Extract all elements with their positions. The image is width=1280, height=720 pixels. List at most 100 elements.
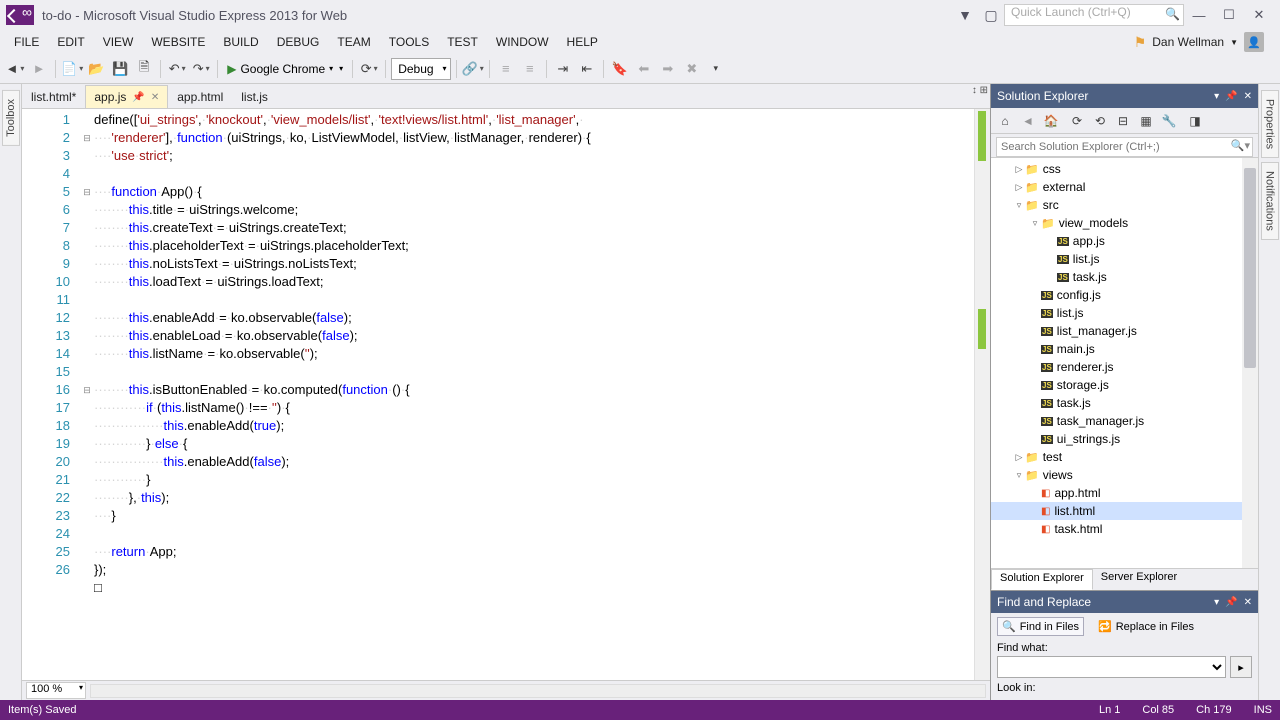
code-content[interactable]: define(['ui_strings',·'knockout',·'view_…: [94, 109, 990, 680]
redo-button[interactable]: ↷: [190, 58, 212, 80]
notifications-icon[interactable]: ▢: [978, 2, 1004, 28]
zoom-combo[interactable]: 100 %: [26, 682, 86, 699]
find-expr-button[interactable]: ▸: [1230, 656, 1252, 678]
tree-item[interactable]: ◧app.html: [991, 484, 1258, 502]
tree-item[interactable]: JSmain.js: [991, 340, 1258, 358]
panel-pin-icon[interactable]: 📌: [1225, 91, 1237, 102]
se-preview-button[interactable]: ◨: [1185, 111, 1205, 131]
comment-button[interactable]: ≡: [495, 58, 517, 80]
new-project-button[interactable]: 📄: [61, 58, 83, 80]
avatar[interactable]: 👤: [1244, 32, 1264, 52]
feedback-icon[interactable]: ▼: [952, 2, 978, 28]
tree-item[interactable]: ▷📁css: [991, 160, 1258, 178]
config-combo[interactable]: Debug: [391, 58, 450, 80]
tree-item[interactable]: JSrenderer.js: [991, 358, 1258, 376]
menu-team[interactable]: TEAM: [329, 33, 378, 51]
solution-tree[interactable]: ▷📁css▷📁external▿📁src▿📁view_modelsJSapp.j…: [991, 158, 1258, 568]
undo-button[interactable]: ↶: [166, 58, 188, 80]
tab-server-explorer[interactable]: Server Explorer: [1093, 569, 1185, 590]
refresh-button[interactable]: ⟳: [358, 58, 380, 80]
panel-pin-icon[interactable]: 📌: [1225, 597, 1237, 608]
close-button[interactable]: ✕: [1244, 4, 1274, 26]
tree-item[interactable]: JStask.js: [991, 394, 1258, 412]
save-button[interactable]: 💾: [109, 58, 131, 80]
properties-tab[interactable]: Properties: [1261, 90, 1279, 158]
menu-build[interactable]: BUILD: [215, 33, 266, 51]
panel-menu-icon[interactable]: ▾: [1214, 597, 1219, 608]
find-what-input[interactable]: [997, 656, 1226, 678]
close-tab-icon[interactable]: ✕: [151, 92, 159, 103]
replace-in-files-mode[interactable]: 🔁 Replace in Files: [1094, 617, 1198, 636]
find-in-files-mode[interactable]: 🔍 Find in Files: [997, 617, 1084, 636]
menu-tools[interactable]: TOOLS: [381, 33, 437, 51]
tree-item[interactable]: ◧list.html: [991, 502, 1258, 520]
se-show-all-button[interactable]: ▦: [1136, 111, 1156, 131]
tree-item[interactable]: JSlist.js: [991, 250, 1258, 268]
se-back-button[interactable]: ◄: [1018, 111, 1038, 131]
tree-item[interactable]: ◧task.html: [991, 520, 1258, 538]
tree-item[interactable]: ▷📁test: [991, 448, 1258, 466]
menu-debug[interactable]: DEBUG: [269, 33, 328, 51]
nav-back-button[interactable]: ◄: [4, 58, 26, 80]
tree-item[interactable]: JSui_strings.js: [991, 430, 1258, 448]
next-bookmark-button[interactable]: ➡: [657, 58, 679, 80]
maximize-button[interactable]: ☐: [1214, 4, 1244, 26]
indent-button[interactable]: ⇥: [552, 58, 574, 80]
tree-item[interactable]: JSlist.js: [991, 304, 1258, 322]
tree-item[interactable]: JSlist_manager.js: [991, 322, 1258, 340]
se-home-button[interactable]: ⌂: [995, 111, 1015, 131]
panel-close-icon[interactable]: ✕: [1244, 597, 1252, 608]
open-file-button[interactable]: 📂: [85, 58, 107, 80]
code-editor[interactable]: 1234567891011121314151617181920212223242…: [22, 109, 990, 680]
se-refresh-button[interactable]: ⟲: [1090, 111, 1110, 131]
scrollbar-horizontal[interactable]: [90, 684, 986, 698]
se-sync-button[interactable]: ⟳: [1067, 111, 1087, 131]
run-browser-selector[interactable]: ▶ Google Chrome ▾ ▾: [223, 62, 347, 76]
se-collapse-button[interactable]: 🏠: [1041, 111, 1061, 131]
tab-app-html[interactable]: app.html: [168, 85, 232, 108]
split-editor-icon[interactable]: ↕ ⊞: [972, 85, 988, 96]
tab-app-js[interactable]: app.js📌✕: [85, 85, 168, 108]
menu-website[interactable]: WEBSITE: [143, 33, 213, 51]
menu-test[interactable]: TEST: [439, 33, 486, 51]
pin-icon[interactable]: 📌: [132, 92, 144, 103]
clear-bookmarks-button[interactable]: ✖: [681, 58, 703, 80]
quick-launch-input[interactable]: Quick Launch (Ctrl+Q) 🔍: [1004, 4, 1184, 26]
save-all-button[interactable]: 🗎: [133, 58, 155, 80]
tree-item[interactable]: JSstorage.js: [991, 376, 1258, 394]
prev-bookmark-button[interactable]: ⬅: [633, 58, 655, 80]
nav-forward-button[interactable]: ►: [28, 58, 50, 80]
tree-item[interactable]: ▿📁view_models: [991, 214, 1258, 232]
se-collapse-all-button[interactable]: ⊟: [1113, 111, 1133, 131]
menu-view[interactable]: VIEW: [95, 33, 142, 51]
browser-link-button[interactable]: 🔗: [462, 58, 484, 80]
tree-item[interactable]: ▿📁views: [991, 466, 1258, 484]
toolbar-overflow-button[interactable]: ▾: [705, 58, 727, 80]
tab-list-js[interactable]: list.js: [232, 85, 277, 108]
tab-solution-explorer[interactable]: Solution Explorer: [991, 569, 1093, 590]
panel-close-icon[interactable]: ✕: [1244, 91, 1252, 102]
menu-help[interactable]: HELP: [559, 33, 606, 51]
notifications-tab[interactable]: Notifications: [1261, 162, 1279, 240]
fold-column[interactable]: ⊟⊟⊟: [80, 109, 94, 680]
outdent-button[interactable]: ⇤: [576, 58, 598, 80]
tree-item[interactable]: ▿📁src: [991, 196, 1258, 214]
se-properties-button[interactable]: 🔧: [1159, 111, 1179, 131]
menu-edit[interactable]: EDIT: [49, 33, 92, 51]
scrollbar-vertical[interactable]: [974, 109, 990, 680]
panel-menu-icon[interactable]: ▾: [1214, 91, 1219, 102]
tree-item[interactable]: JSconfig.js: [991, 286, 1258, 304]
se-search-input[interactable]: [996, 137, 1253, 157]
menu-file[interactable]: FILE: [6, 33, 47, 51]
user-area[interactable]: ⚑ Dan Wellman ▼ 👤: [1134, 32, 1274, 52]
menu-window[interactable]: WINDOW: [488, 33, 557, 51]
minimize-button[interactable]: —: [1184, 4, 1214, 26]
tree-scrollbar[interactable]: [1242, 158, 1258, 568]
bookmark-button[interactable]: 🔖: [609, 58, 631, 80]
toolbox-tab[interactable]: Toolbox: [2, 90, 20, 146]
tree-item[interactable]: JStask.js: [991, 268, 1258, 286]
tree-item[interactable]: ▷📁external: [991, 178, 1258, 196]
uncomment-button[interactable]: ≡: [519, 58, 541, 80]
tree-item[interactable]: JSapp.js: [991, 232, 1258, 250]
tree-item[interactable]: JStask_manager.js: [991, 412, 1258, 430]
